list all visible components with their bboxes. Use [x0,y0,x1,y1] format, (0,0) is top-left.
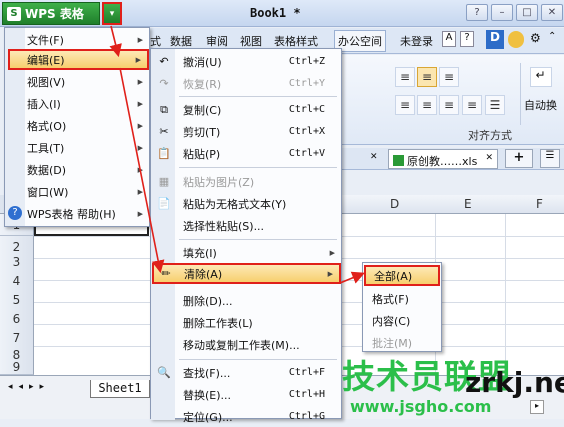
arrow-to-clear [119,67,165,274]
watermark-url: www.jsgho.com [350,397,492,416]
watermark-domain: zrkj.net [465,366,564,399]
arrow-to-clear-all [339,271,365,284]
arrow-to-edit [109,25,122,58]
